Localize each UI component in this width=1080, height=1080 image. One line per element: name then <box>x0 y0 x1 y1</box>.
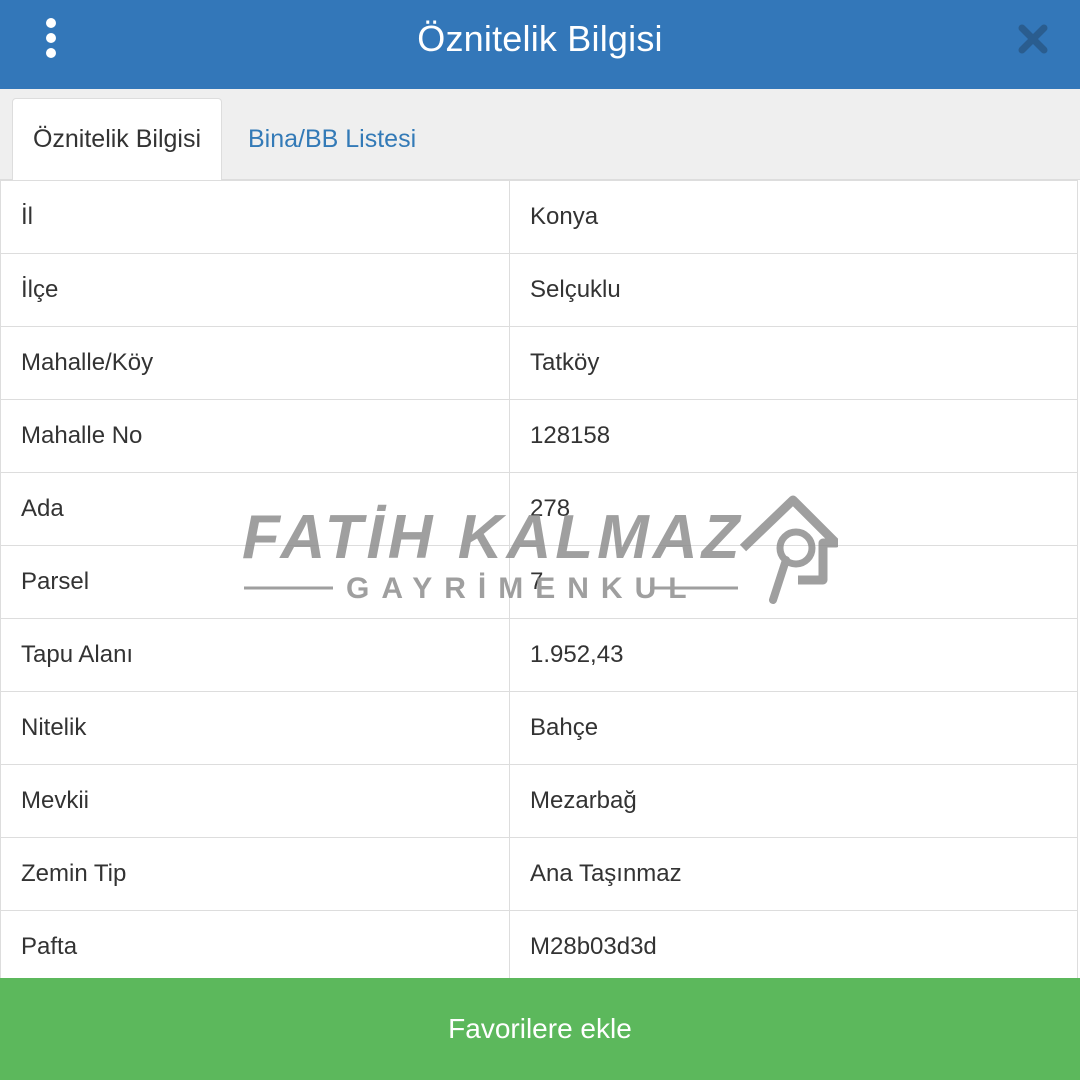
modal-header: Öznitelik Bilgisi <box>0 0 1080 89</box>
table-row: İl Konya <box>0 180 1078 254</box>
attribute-key: Pafta <box>0 910 510 984</box>
attribute-value: M28b03d3d <box>509 910 1078 984</box>
attribute-key: Tapu Alanı <box>0 618 510 692</box>
attribute-value: 7 <box>509 545 1078 619</box>
attribute-key: Mahalle No <box>0 399 510 473</box>
add-to-favorites-button[interactable]: Favorilere ekle <box>0 978 1080 1080</box>
table-row: İlçe Selçuklu <box>0 253 1078 327</box>
table-row: Pafta M28b03d3d <box>0 910 1078 984</box>
table-row: Mevkii Mezarbağ <box>0 764 1078 838</box>
attribute-key: Zemin Tip <box>0 837 510 911</box>
table-row: Mahalle No 128158 <box>0 399 1078 473</box>
table-row: Tapu Alanı 1.952,43 <box>0 618 1078 692</box>
modal-title: Öznitelik Bilgisi <box>417 18 663 59</box>
attribute-value: 278 <box>509 472 1078 546</box>
attribute-key: Mevkii <box>0 764 510 838</box>
table-row: Parsel 7 <box>0 545 1078 619</box>
attribute-key: İl <box>0 180 510 254</box>
tab-oznitelik-bilgisi[interactable]: Öznitelik Bilgisi <box>12 98 222 181</box>
attribute-value: Ana Taşınmaz <box>509 837 1078 911</box>
attribute-value: Konya <box>509 180 1078 254</box>
attribute-value: Bahçe <box>509 691 1078 765</box>
tab-bina-bb-listesi[interactable]: Bina/BB Listesi <box>248 98 416 180</box>
close-icon[interactable] <box>1016 22 1050 56</box>
tab-bar: Öznitelik Bilgisi Bina/BB Listesi <box>0 89 1080 181</box>
attribute-key: Mahalle/Köy <box>0 326 510 400</box>
attribute-key: İlçe <box>0 253 510 327</box>
attribute-value: Selçuklu <box>509 253 1078 327</box>
attribute-key: Nitelik <box>0 691 510 765</box>
table-row: Mahalle/Köy Tatköy <box>0 326 1078 400</box>
attribute-value: 128158 <box>509 399 1078 473</box>
table-row: Nitelik Bahçe <box>0 691 1078 765</box>
attribute-value: 1.952,43 <box>509 618 1078 692</box>
attribute-key: Ada <box>0 472 510 546</box>
attribute-value: Tatköy <box>509 326 1078 400</box>
attribute-key: Parsel <box>0 545 510 619</box>
attribute-table: İl Konya İlçe Selçuklu Mahalle/Köy Tatköy M… <box>0 180 1078 984</box>
table-row: Zemin Tip Ana Taşınmaz <box>0 837 1078 911</box>
attribute-value: Mezarbağ <box>509 764 1078 838</box>
table-row: Ada 278 <box>0 472 1078 546</box>
